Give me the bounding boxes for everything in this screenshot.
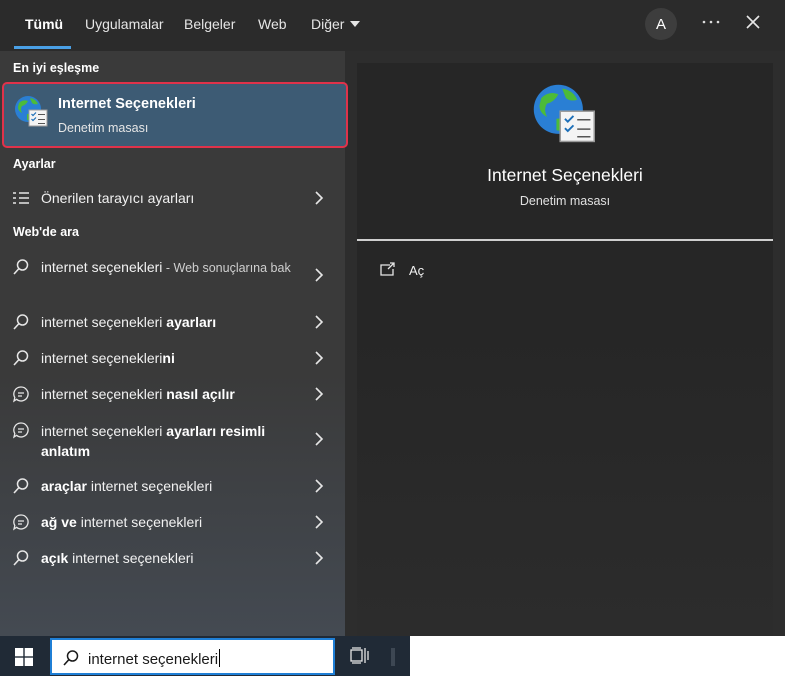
settings-item-recommended-browser[interactable]: Önerilen tarayıcı ayarları bbox=[0, 182, 345, 214]
tab-more-label: Diğer bbox=[311, 16, 345, 32]
section-best-match: En iyi eşleşme bbox=[13, 61, 100, 75]
ellipsis-icon[interactable] bbox=[698, 9, 724, 35]
list-settings-icon bbox=[12, 189, 30, 207]
chevron-right-icon bbox=[313, 190, 325, 206]
active-tab-indicator bbox=[14, 46, 71, 49]
preview-pane: Internet Seçenekleri Denetim masası Aç bbox=[357, 63, 773, 636]
section-web-search: Web'de ara bbox=[13, 225, 79, 239]
preview-subtitle: Denetim masası bbox=[519, 194, 611, 208]
divider bbox=[357, 239, 773, 241]
list-item[interactable]: açık internet seçenekleri bbox=[0, 542, 345, 574]
list-item-label: internet seçenekleri ayarları bbox=[41, 314, 217, 330]
list-item[interactable]: internet seçenekleri ayarları resimli an… bbox=[0, 414, 345, 460]
chat-icon bbox=[12, 421, 30, 439]
task-view-icon[interactable] bbox=[350, 647, 370, 665]
search-icon bbox=[62, 649, 80, 667]
best-match-title: Internet Seçenekleri bbox=[58, 96, 196, 112]
list-item-label: internet seçeneklerini bbox=[41, 350, 175, 366]
close-icon[interactable] bbox=[740, 9, 766, 35]
taskbar: internet seçenekleri bbox=[0, 636, 410, 676]
list-item-label: araçlar internet seçenekleri bbox=[41, 478, 213, 494]
list-item[interactable]: internet seçenekleri nasıl açılır bbox=[0, 378, 345, 410]
list-item-label: ağ ve internet seçenekleri bbox=[41, 514, 203, 530]
list-item[interactable]: ağ ve internet seçenekleri bbox=[0, 506, 345, 538]
internet-options-icon bbox=[13, 94, 49, 130]
search-icon bbox=[12, 549, 30, 567]
list-item-label: internet seçenekleri ayarları resimli an… bbox=[41, 423, 266, 459]
chevron-right-icon bbox=[313, 314, 325, 330]
chevron-right-icon bbox=[313, 386, 325, 402]
tab-web[interactable]: Web bbox=[258, 16, 287, 32]
search-panel: Tümü Uygulamalar Belgeler Web Diğer A En… bbox=[0, 0, 785, 636]
chevron-right-icon bbox=[313, 267, 325, 283]
best-match-result[interactable]: Internet Seçenekleri Denetim masası bbox=[2, 82, 348, 148]
list-item-label: Önerilen tarayıcı ayarları bbox=[41, 190, 195, 206]
best-match-subtitle: Denetim masası bbox=[58, 121, 149, 135]
search-tabs-bar: Tümü Uygulamalar Belgeler Web Diğer A bbox=[0, 0, 785, 51]
chevron-right-icon bbox=[313, 478, 325, 494]
list-item[interactable]: internet seçenekleri ayarları bbox=[0, 306, 345, 338]
list-item-label: internet seçenekleri nasıl açılır bbox=[41, 386, 235, 402]
chat-icon bbox=[12, 385, 30, 403]
search-icon bbox=[12, 477, 30, 495]
taskbar-separator-icon bbox=[391, 648, 395, 666]
list-item-label: internet seçenekleri - Web sonuçlarına b… bbox=[41, 259, 291, 275]
open-button[interactable]: Aç bbox=[379, 261, 499, 283]
section-settings: Ayarlar bbox=[13, 157, 56, 171]
search-icon bbox=[12, 258, 30, 276]
chevron-right-icon bbox=[313, 550, 325, 566]
open-label: Aç bbox=[409, 263, 425, 278]
chat-icon bbox=[12, 513, 30, 531]
text-caret bbox=[219, 649, 221, 667]
windows-logo-icon[interactable] bbox=[14, 647, 34, 667]
list-item[interactable]: internet seçenekleri - Web sonuçlarına b… bbox=[0, 251, 345, 297]
tab-documents[interactable]: Belgeler bbox=[184, 16, 235, 32]
chevron-right-icon bbox=[313, 350, 325, 366]
list-item-label: açık internet seçenekleri bbox=[41, 550, 194, 566]
chevron-down-icon bbox=[350, 21, 361, 27]
search-input-value: internet seçenekleri bbox=[88, 649, 221, 668]
tab-more[interactable]: Diğer bbox=[311, 16, 361, 32]
open-external-icon bbox=[379, 261, 397, 277]
avatar[interactable]: A bbox=[645, 8, 677, 40]
search-icon bbox=[12, 349, 30, 367]
chevron-right-icon bbox=[313, 514, 325, 530]
search-input[interactable]: internet seçenekleri bbox=[50, 638, 335, 675]
search-icon bbox=[12, 313, 30, 331]
internet-options-icon bbox=[530, 81, 598, 149]
tab-apps[interactable]: Uygulamalar bbox=[85, 16, 164, 32]
chevron-right-icon bbox=[313, 431, 325, 447]
tab-all[interactable]: Tümü bbox=[25, 16, 63, 32]
list-item[interactable]: internet seçeneklerini bbox=[0, 342, 345, 374]
preview-title: Internet Seçenekleri bbox=[487, 165, 643, 185]
list-item[interactable]: araçlar internet seçenekleri bbox=[0, 470, 345, 502]
